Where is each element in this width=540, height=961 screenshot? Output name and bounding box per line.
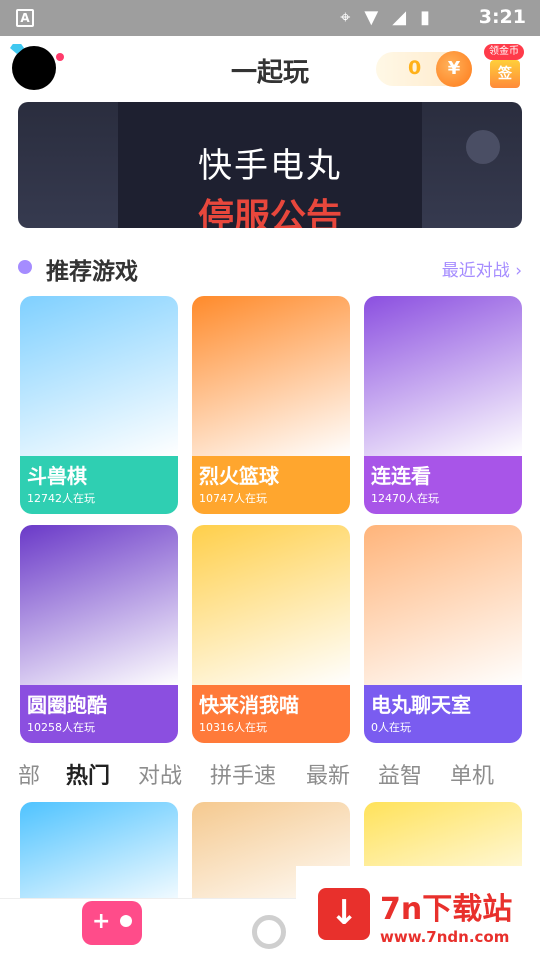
status-icons: ⌖ ▼ ◢ ▮ [340, 7, 430, 28]
gamepad-icon: + [92, 909, 111, 934]
game-player-count: 10747人在玩 [199, 492, 267, 505]
watermark: ↓ 7n下载站 www.7ndn.com [296, 866, 540, 960]
game-card[interactable]: 连连看 12470人在玩 [364, 296, 522, 514]
game-name: 烈火篮球 [199, 464, 279, 488]
signal-icon: ◢ [392, 7, 407, 28]
game-name: 快来消我喵 [199, 693, 299, 717]
section-dot-icon [18, 260, 32, 274]
top-header: 一起玩 0 ¥ 领金币 签 [0, 36, 540, 102]
game-card[interactable]: 烈火篮球 10747人在玩 [192, 296, 350, 514]
recent-battles-link[interactable]: 最近对战 › [442, 256, 522, 281]
game-label: 圆圈跑酷 10258人在玩 [20, 685, 178, 743]
game-player-count: 10258人在玩 [27, 721, 95, 734]
category-tab[interactable]: 拼手速 [210, 758, 276, 790]
battery-icon: ▮ [420, 7, 430, 28]
category-tab[interactable]: 益智 [378, 758, 422, 790]
nav-games-button[interactable]: + [82, 901, 142, 945]
category-tab[interactable]: 最新 [306, 758, 350, 790]
category-tab[interactable]: 热门 [66, 758, 110, 790]
banner-notice: 停服公告 [197, 197, 342, 228]
game-player-count: 0人在玩 [371, 721, 411, 734]
sign-in-button[interactable]: 签 [490, 60, 520, 88]
category-tabs: 部热门 对战 拼手速 最新 益智 单机 [0, 756, 540, 790]
game-art [364, 525, 522, 685]
category-tab[interactable]: 单机 [450, 758, 494, 790]
game-player-count: 10316人在玩 [199, 721, 267, 734]
game-card[interactable]: 快来消我喵 10316人在玩 [192, 525, 350, 743]
game-name: 圆圈跑酷 [27, 693, 107, 717]
watermark-url: www.7ndn.com [380, 928, 510, 946]
clock: 3:21 [478, 6, 526, 28]
game-art [20, 296, 178, 456]
game-art [20, 802, 178, 912]
game-art [364, 296, 522, 456]
watermark-name: 7n下载站 [380, 892, 513, 927]
status-bar: A ⌖ ▼ ◢ ▮ 3:21 [0, 0, 540, 36]
section-title: 推荐游戏 [46, 259, 138, 285]
game-art [192, 525, 350, 685]
coin-icon[interactable]: ¥ [436, 51, 472, 87]
game-label: 快来消我喵 10316人在玩 [192, 685, 350, 743]
recommended-section-header: 推荐游戏 最近对战 › [0, 248, 540, 286]
game-player-count: 12470人在玩 [371, 492, 439, 505]
download-icon: ↓ [318, 888, 370, 940]
gamepad-button-icon [120, 915, 132, 927]
game-name: 连连看 [371, 464, 431, 488]
game-label: 斗兽棋 12742人在玩 [20, 456, 178, 514]
coin-count: 0 [408, 57, 422, 79]
wifi-icon: ▼ [364, 7, 379, 28]
game-card[interactable] [20, 802, 178, 912]
game-art [192, 296, 350, 456]
game-card[interactable]: 电丸聊天室 0人在玩 [364, 525, 522, 743]
game-name: 斗兽棋 [27, 464, 87, 488]
banner-logo: 快手电丸 [198, 146, 342, 186]
game-label: 连连看 12470人在玩 [364, 456, 522, 514]
game-label: 烈火篮球 10747人在玩 [192, 456, 350, 514]
announcement-banner[interactable]: 快手电丸 停服公告 [18, 102, 522, 228]
app-notification-icon: A [16, 9, 34, 27]
location-icon: ⌖ [340, 7, 351, 28]
nav-home-circle-icon[interactable] [252, 915, 286, 949]
category-tab[interactable]: 部 [18, 758, 40, 790]
category-tab[interactable]: 对战 [138, 758, 182, 790]
claim-coins-tag[interactable]: 领金币 [484, 44, 524, 60]
game-name: 电丸聊天室 [371, 693, 471, 717]
game-art [20, 525, 178, 685]
game-card[interactable]: 斗兽棋 12742人在玩 [20, 296, 178, 514]
game-player-count: 12742人在玩 [27, 492, 95, 505]
game-card[interactable]: 圆圈跑酷 10258人在玩 [20, 525, 178, 743]
game-label: 电丸聊天室 0人在玩 [364, 685, 522, 743]
